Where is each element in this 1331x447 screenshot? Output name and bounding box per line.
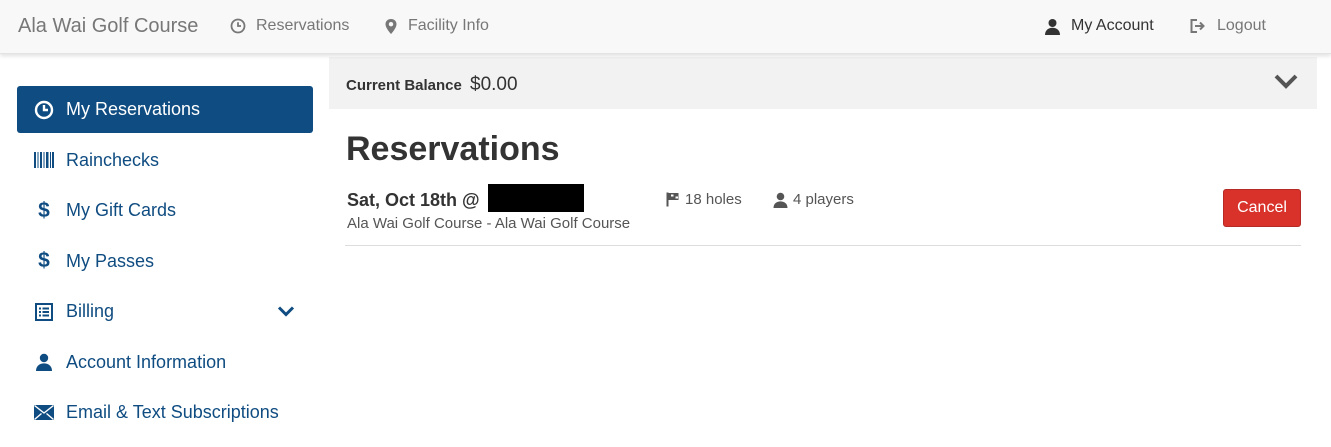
sidebar-item-my-reservations[interactable]: My Reservations — [17, 86, 313, 133]
sidebar-item-label: My Reservations — [66, 99, 201, 119]
reservation-holes-label: 18 holes — [685, 191, 742, 208]
nav-facility-info[interactable]: Facility Info — [384, 17, 489, 35]
sidebar-item-label: Billing — [66, 301, 115, 321]
sidebar-item-my-gift-cards[interactable]: $ My Gift Cards — [17, 187, 313, 234]
user-icon — [773, 192, 788, 208]
page-title: Reservations — [346, 130, 560, 168]
sidebar-item-my-passes[interactable]: $ My Passes — [17, 238, 313, 285]
dollar-icon: $ — [38, 249, 50, 272]
envelope-icon — [33, 402, 55, 424]
sidebar: My Reservations Rainchecks $ My Gift Car… — [17, 86, 313, 440]
nav-reservations[interactable]: Reservations — [230, 17, 349, 35]
chevron-down-icon[interactable] — [277, 301, 295, 322]
clock-icon — [230, 18, 246, 34]
nav-reservations-label: Reservations — [256, 17, 350, 34]
sidebar-item-label: Rainchecks — [66, 149, 160, 170]
chevron-down-icon[interactable] — [1273, 73, 1299, 96]
redacted-time — [488, 184, 584, 212]
reservation-holes: 18 holes — [666, 191, 742, 208]
nav-my-account[interactable]: My Account — [1044, 17, 1154, 35]
cancel-reservation-button[interactable]: Cancel — [1223, 189, 1301, 227]
nav-logout[interactable]: Logout — [1189, 17, 1266, 35]
nav-logout-label: Logout — [1217, 17, 1266, 34]
reservation-course: Ala Wai Golf Course - Ala Wai Golf Cours… — [347, 215, 631, 232]
sidebar-item-label: My Passes — [66, 250, 155, 271]
brand-title[interactable]: Ala Wai Golf Course — [18, 15, 198, 38]
user-icon — [33, 351, 55, 373]
sidebar-item-email-text-subscriptions[interactable]: Email & Text Subscriptions — [17, 389, 313, 436]
user-icon — [1044, 18, 1061, 35]
reservation-date: Sat, Oct 18th @ — [347, 190, 480, 210]
reservation-players: 4 players — [773, 191, 854, 208]
nav-my-account-label: My Account — [1071, 17, 1154, 34]
sidebar-item-label: Email & Text Subscriptions — [66, 402, 279, 422]
balance-label: Current Balance — [346, 77, 462, 94]
nav-facility-info-label: Facility Info — [408, 17, 489, 34]
sidebar-item-account-information[interactable]: Account Information — [17, 339, 313, 386]
map-marker-icon — [384, 18, 398, 35]
dollar-icon: $ — [38, 198, 50, 222]
sidebar-item-label: My Gift Cards — [66, 200, 177, 220]
reservation-row: Sat, Oct 18th @ Ala Wai Golf Course - Al… — [345, 182, 1301, 246]
barcode-icon — [33, 149, 55, 171]
balance-value: $0.00 — [470, 74, 518, 95]
sidebar-item-label: Account Information — [66, 351, 227, 372]
balance-bar: Current Balance $0.00 — [329, 57, 1317, 109]
reservation-players-label: 4 players — [793, 191, 854, 208]
list-icon — [33, 301, 55, 323]
top-navbar: Ala Wai Golf Course Reservations Facilit… — [0, 0, 1331, 54]
sidebar-item-billing[interactable]: Billing — [17, 288, 313, 335]
flag-icon — [666, 192, 680, 207]
logout-icon — [1189, 18, 1207, 34]
clock-icon — [33, 99, 55, 121]
sidebar-item-rainchecks[interactable]: Rainchecks — [17, 137, 313, 184]
